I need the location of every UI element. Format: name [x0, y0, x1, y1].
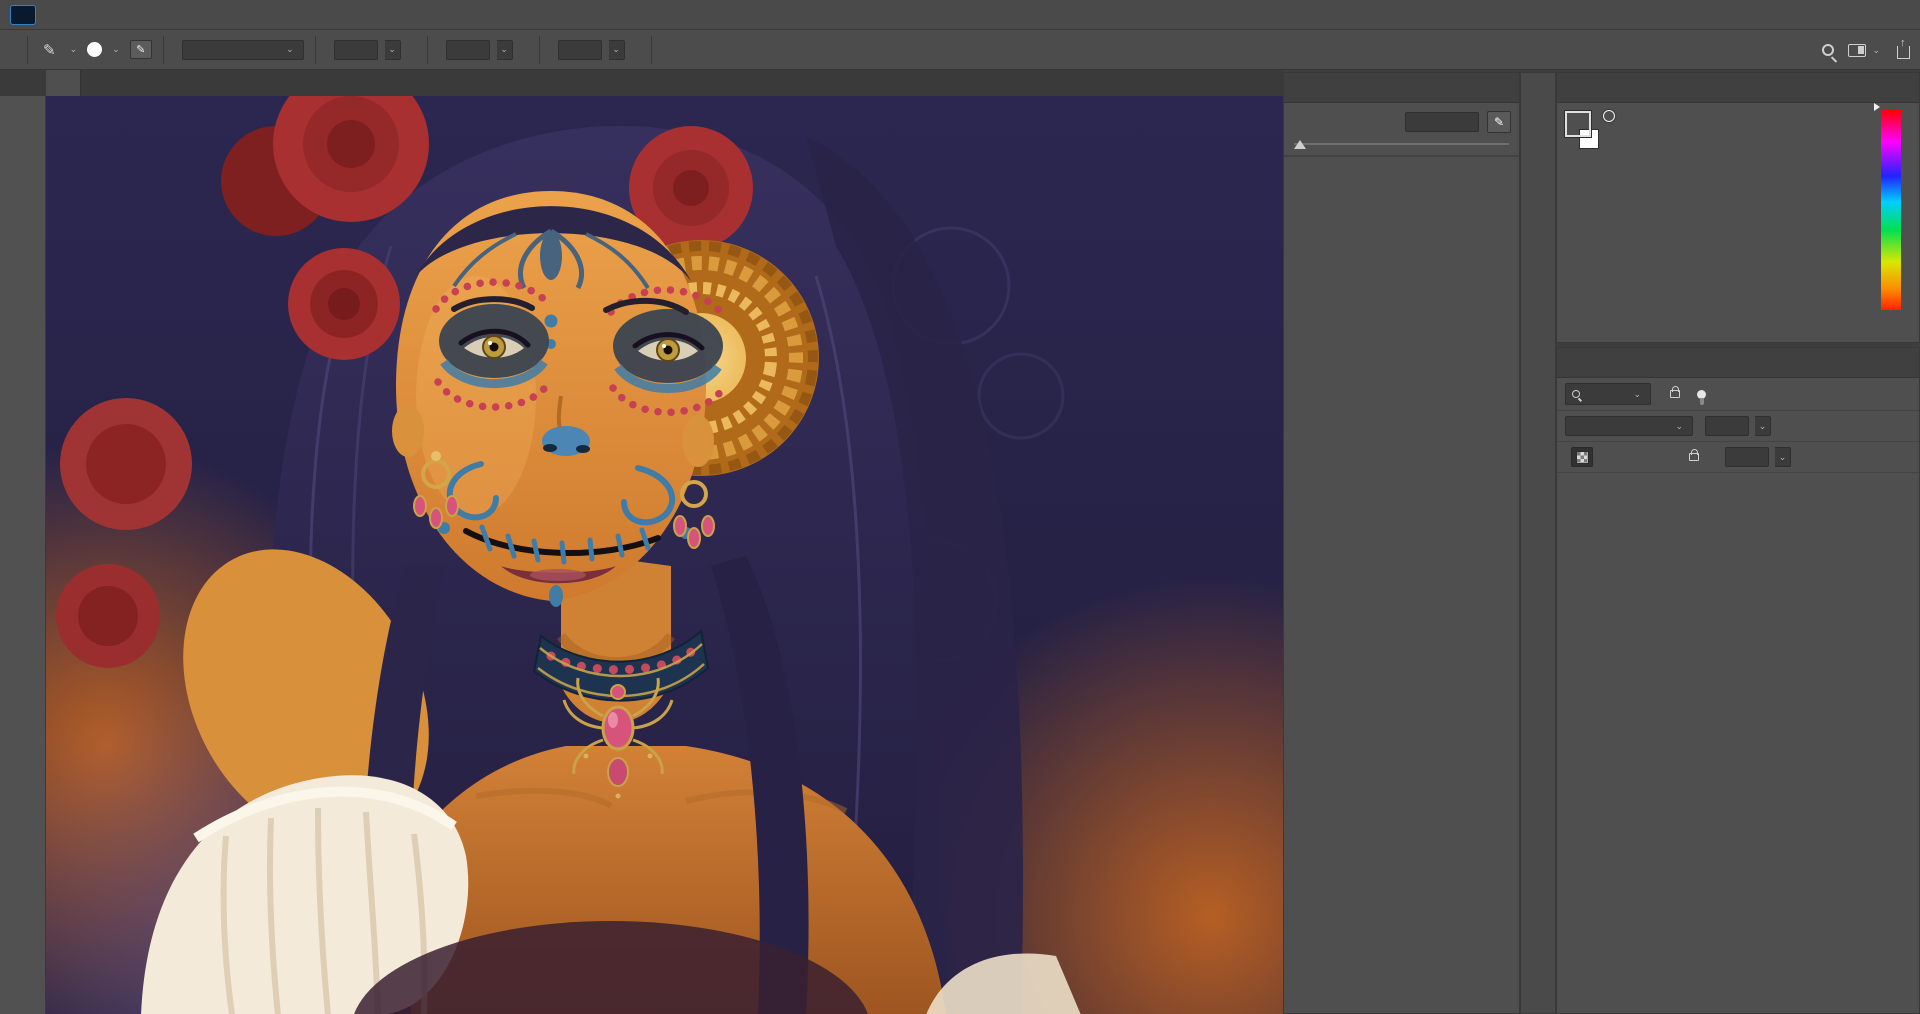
layers-panel-tabs: [1557, 348, 1919, 378]
smoothing-input[interactable]: [557, 39, 602, 60]
search-icon[interactable]: [1822, 44, 1835, 56]
color-panel-body: [1557, 103, 1919, 342]
divider: [650, 35, 652, 64]
lock-position-button[interactable]: [1627, 447, 1649, 467]
mode-select[interactable]: ⌄: [181, 39, 304, 60]
brushes-panel-tabs: [1284, 73, 1519, 103]
chevron-down-icon: ⌄: [1633, 388, 1641, 399]
brush-size-input[interactable]: [1405, 112, 1479, 132]
layers-filter-row: ⌄: [1557, 378, 1919, 411]
lock-artboard-button[interactable]: [1655, 447, 1677, 467]
divider: [314, 35, 316, 64]
chevron-down-icon[interactable]: ⌄: [109, 44, 123, 55]
foreground-color-swatch[interactable]: [1564, 110, 1592, 138]
home-icon[interactable]: [8, 48, 16, 52]
pressure-opacity-icon[interactable]: [408, 48, 416, 52]
flow-dropdown[interactable]: ⌄: [496, 39, 513, 60]
lock-row: ⌄: [1557, 442, 1919, 473]
photoshop-window: ✎ ⌄ ⌄ ✎ ⌄ ⌄ ⌄ ⌄ ⌄ ↑ ✎ ⌄ ⌄ ⌄ ⌄: [0, 0, 1920, 1014]
lock-image-pixels-button[interactable]: [1599, 447, 1621, 467]
opacity-dropdown[interactable]: ⌄: [384, 39, 401, 60]
brush-size-slider[interactable]: [1294, 137, 1509, 151]
title-bar: [0, 0, 1920, 30]
fill-dropdown[interactable]: ⌄: [1775, 447, 1791, 467]
photoshop-logo-icon: [10, 4, 36, 25]
color-cursor[interactable]: [1603, 110, 1615, 122]
document-tab-bar: [0, 70, 1283, 96]
flow-input[interactable]: [445, 39, 490, 60]
brush-list: [1284, 157, 1519, 1013]
fill-input[interactable]: [1725, 447, 1769, 467]
lock-all-button[interactable]: [1683, 447, 1705, 467]
color-panel-tabs: [1557, 73, 1919, 103]
brushes-panel: ✎: [1283, 72, 1520, 1014]
search-icon: [1572, 390, 1580, 398]
brush-tip-preview[interactable]: [87, 41, 103, 58]
blend-mode-row: ⌄ ⌄: [1557, 411, 1919, 442]
divider: [538, 35, 540, 64]
divider: [162, 35, 164, 64]
toolbar: [0, 96, 46, 1014]
brush-tip-circle: [87, 41, 103, 57]
options-bar-right: ⌄: [1822, 30, 1910, 70]
chevron-down-icon: ⌄: [286, 44, 294, 54]
chevron-down-icon[interactable]: ⌄: [67, 44, 81, 55]
options-bar: ✎ ⌄ ⌄ ✎ ⌄ ⌄ ⌄ ⌄ ⌄: [0, 30, 1920, 70]
airbrush-icon[interactable]: [520, 48, 528, 52]
smoothing-options-gear-icon[interactable]: [632, 48, 640, 52]
smart-object-filter-icon[interactable]: [1663, 384, 1687, 404]
brush-tool-preset-icon[interactable]: ✎: [39, 39, 60, 61]
divider: [27, 35, 28, 64]
saturation-brightness-field[interactable]: [1603, 110, 1865, 310]
canvas[interactable]: [46, 96, 1283, 1014]
opacity-input[interactable]: [333, 39, 378, 60]
smoothing-dropdown[interactable]: ⌄: [608, 39, 625, 60]
chevron-down-icon[interactable]: ⌄: [1869, 45, 1883, 56]
artwork-day-of-the-dead-portrait: [46, 96, 1283, 1014]
panel-dock-strip: [1520, 72, 1556, 1014]
document-tab[interactable]: [46, 70, 81, 96]
hue-slider-marker[interactable]: [1874, 103, 1880, 111]
share-icon[interactable]: [1897, 37, 1910, 59]
layer-list: [1557, 473, 1919, 1013]
symmetry-icon[interactable]: [678, 48, 686, 52]
layer-filter-kind-select[interactable]: ⌄: [1565, 383, 1651, 405]
right-panel-column: ⌄ ⌄ ⌄ ⌄: [1556, 72, 1920, 1014]
color-panel: [1556, 72, 1920, 343]
stroke-preview-toggle[interactable]: ✎: [1487, 111, 1511, 133]
lock-transparent-pixels-button[interactable]: [1571, 447, 1593, 467]
divider: [426, 35, 428, 64]
workspace-switcher-icon[interactable]: [1848, 43, 1867, 57]
slider-track: [1294, 143, 1509, 145]
opacity-dropdown[interactable]: ⌄: [1755, 416, 1771, 436]
layer-opacity-input[interactable]: [1705, 416, 1749, 436]
slider-thumb[interactable]: [1294, 140, 1306, 149]
hue-slider[interactable]: [1881, 110, 1901, 310]
toggle-brush-settings-button[interactable]: ✎: [129, 40, 152, 59]
filter-toggle-switch[interactable]: [1697, 389, 1706, 405]
toolbar-expand-icon[interactable]: [0, 70, 46, 96]
blend-mode-select[interactable]: ⌄: [1565, 416, 1693, 436]
pressure-size-icon[interactable]: [663, 48, 671, 52]
chevron-down-icon: ⌄: [1675, 420, 1683, 431]
layers-panel: ⌄ ⌄ ⌄ ⌄: [1556, 347, 1920, 1014]
